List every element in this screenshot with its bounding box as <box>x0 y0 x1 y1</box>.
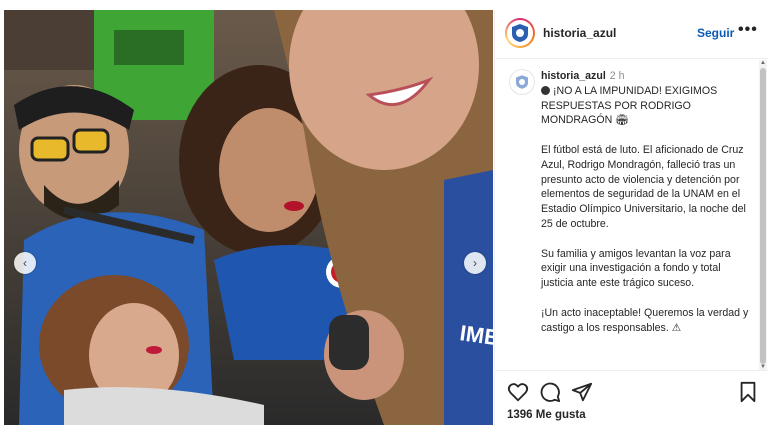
likes-count[interactable]: 1396 Me gusta <box>507 409 586 421</box>
caption-paragraph-2: Su familia y amigos levantan la voz para… <box>541 247 731 290</box>
post-photo[interactable]: IME ‹ › <box>4 10 493 425</box>
scroll-thumb[interactable] <box>760 68 766 364</box>
caption: historia_azul 2 h ¡NO A LA IMPUNIDAD! EXI… <box>541 69 755 350</box>
caption-scrollbar[interactable]: ▲ ▼ <box>759 60 767 370</box>
caption-avatar[interactable] <box>509 69 535 95</box>
chevron-left-icon: ‹ <box>23 256 27 270</box>
chevron-right-icon: › <box>473 256 477 270</box>
follow-button[interactable]: Seguir <box>697 26 734 40</box>
avatar-logo <box>507 20 533 46</box>
post-sidebar: historia_azul Seguir ••• historia_azul 2 … <box>494 10 768 425</box>
next-photo-button[interactable]: › <box>464 252 486 274</box>
caption-username[interactable]: historia_azul <box>541 70 606 82</box>
photo-illustration: IME <box>4 10 493 425</box>
heart-icon[interactable] <box>507 381 529 403</box>
comment-icon[interactable] <box>539 381 561 403</box>
avatar[interactable] <box>505 18 535 48</box>
post-time: 2 h <box>609 70 625 82</box>
bookmark-icon[interactable] <box>737 381 759 403</box>
emoji-icon: 🏟 <box>615 114 629 127</box>
username[interactable]: historia_azul <box>543 26 616 40</box>
warning-emoji-icon: ⚠ <box>671 321 682 334</box>
action-bar: 1396 Me gusta <box>495 370 768 426</box>
send-icon[interactable] <box>571 381 593 403</box>
scroll-up-arrow-icon[interactable]: ▲ <box>760 60 766 66</box>
post-header: historia_azul Seguir ••• <box>495 10 768 59</box>
more-options-button[interactable]: ••• <box>738 21 758 39</box>
caption-headline: ¡NO A LA IMPUNIDAD! EXIGIMOS RESPUESTAS … <box>541 84 718 127</box>
caption-paragraph-3: ¡Un acto inaceptable! Queremos la verdad… <box>541 306 749 334</box>
caption-paragraph-1: El fútbol está de luto. El aficionado de… <box>541 143 746 230</box>
black-heart-icon <box>541 85 550 95</box>
prev-photo-button[interactable]: ‹ <box>14 252 36 274</box>
caption-area: historia_azul 2 h ¡NO A LA IMPUNIDAD! EXI… <box>495 59 759 369</box>
